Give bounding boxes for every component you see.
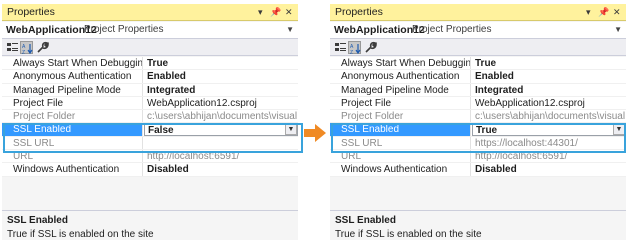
- panel-title: Properties: [7, 6, 55, 18]
- property-row[interactable]: Anonymous Authentication Enabled: [330, 70, 626, 84]
- property-row[interactable]: Project File WebApplication12.csproj: [330, 96, 626, 111]
- description-text: True if SSL is enabled on the site: [7, 229, 154, 240]
- property-key: Always Start When Debugging: [2, 57, 143, 70]
- alphabetical-sort-icon[interactable]: AZ: [20, 41, 33, 55]
- property-key: Project Folder: [2, 110, 143, 123]
- pin-icon[interactable]: 📌: [270, 6, 281, 18]
- property-key: Managed Pipeline Mode: [2, 83, 143, 96]
- window-position-dropdown-icon[interactable]: ▾: [258, 6, 263, 18]
- property-value[interactable]: WebApplication12.csproj: [144, 97, 298, 109]
- description-title: SSL Enabled: [335, 215, 396, 226]
- object-selector[interactable]: WebApplication12 Project Properties ▼: [2, 22, 298, 39]
- panel-title: Properties: [335, 6, 383, 18]
- property-row[interactable]: Windows Authentication Disabled: [2, 163, 298, 177]
- property-key: Project File: [2, 96, 143, 110]
- property-value[interactable]: WebApplication12.csproj: [472, 97, 626, 109]
- close-icon[interactable]: ✕: [613, 6, 621, 18]
- object-type: Project Properties: [84, 24, 164, 35]
- wrench-icon[interactable]: [364, 41, 377, 54]
- property-row[interactable]: Project File WebApplication12.csproj: [2, 96, 298, 111]
- panel-titlebar: Properties ▾ 📌 ✕: [330, 4, 626, 21]
- window-position-dropdown-icon[interactable]: ▾: [586, 6, 591, 18]
- categorized-icon[interactable]: [334, 41, 347, 54]
- highlight-box: [3, 123, 303, 153]
- property-row[interactable]: Project Folder c:\users\abhijan\documents…: [330, 110, 626, 124]
- properties-panel-before: Properties ▾ 📌 ✕ WebApplication12 Projec…: [2, 4, 303, 240]
- property-value[interactable]: Enabled: [472, 70, 626, 82]
- arrow-right-icon: [304, 124, 326, 142]
- properties-toolbar: AZ: [2, 39, 298, 56]
- property-key: Windows Authentication: [330, 163, 471, 176]
- property-row[interactable]: Windows Authentication Disabled: [330, 163, 626, 177]
- panel-titlebar: Properties ▾ 📌 ✕: [2, 4, 298, 21]
- property-value: c:\users\abhijan\documents\visual studi: [475, 111, 626, 123]
- property-key: Windows Authentication: [2, 163, 143, 176]
- property-row[interactable]: Always Start When Debugging True: [330, 57, 626, 71]
- property-key: Managed Pipeline Mode: [330, 83, 471, 96]
- property-key: Always Start When Debugging: [330, 57, 471, 70]
- close-icon[interactable]: ✕: [285, 6, 293, 18]
- alphabetical-sort-icon[interactable]: AZ: [348, 41, 361, 55]
- property-key: Project File: [330, 96, 471, 110]
- chevron-down-icon[interactable]: ▼: [286, 25, 294, 34]
- description-pane: SSL Enabled True if SSL is enabled on th…: [330, 210, 626, 240]
- svg-text:Z: Z: [22, 50, 25, 55]
- property-row[interactable]: Managed Pipeline Mode Integrated: [330, 83, 626, 97]
- property-row[interactable]: Anonymous Authentication Enabled: [2, 70, 298, 84]
- property-grid: Always Start When Debugging True Anonymou…: [2, 57, 298, 177]
- description-title: SSL Enabled: [7, 215, 68, 226]
- highlight-box: [331, 123, 626, 153]
- property-value[interactable]: True: [472, 57, 626, 69]
- description-text: True if SSL is enabled on the site: [335, 229, 482, 240]
- svg-text:Z: Z: [350, 50, 353, 55]
- properties-toolbar: AZ: [330, 39, 626, 56]
- properties-panel-after: Properties ▾ 📌 ✕ WebApplication12 Projec…: [330, 4, 626, 240]
- property-value[interactable]: Integrated: [144, 84, 298, 96]
- object-selector[interactable]: WebApplication12 Project Properties ▼: [330, 22, 626, 39]
- chevron-down-icon[interactable]: ▼: [614, 25, 622, 34]
- property-value[interactable]: Integrated: [472, 84, 626, 96]
- property-value[interactable]: True: [144, 57, 298, 69]
- property-key: Anonymous Authentication: [2, 70, 143, 83]
- property-value[interactable]: Disabled: [472, 163, 626, 175]
- property-row[interactable]: Managed Pipeline Mode Integrated: [2, 83, 298, 97]
- categorized-icon[interactable]: [6, 41, 19, 54]
- description-pane: SSL Enabled True if SSL is enabled on th…: [2, 210, 298, 240]
- property-value[interactable]: Enabled: [144, 70, 298, 82]
- property-row[interactable]: Always Start When Debugging True: [2, 57, 298, 71]
- property-value: c:\users\abhijan\documents\visual stud: [147, 111, 298, 123]
- wrench-icon[interactable]: [36, 41, 49, 54]
- property-row[interactable]: Project Folder c:\users\abhijan\documents…: [2, 110, 298, 124]
- object-type: Project Properties: [412, 24, 492, 35]
- pin-icon[interactable]: 📌: [598, 6, 609, 18]
- property-grid: Always Start When Debugging True Anonymou…: [330, 57, 626, 177]
- property-key: Anonymous Authentication: [330, 70, 471, 83]
- property-key: Project Folder: [330, 110, 471, 123]
- property-value[interactable]: Disabled: [144, 163, 298, 175]
